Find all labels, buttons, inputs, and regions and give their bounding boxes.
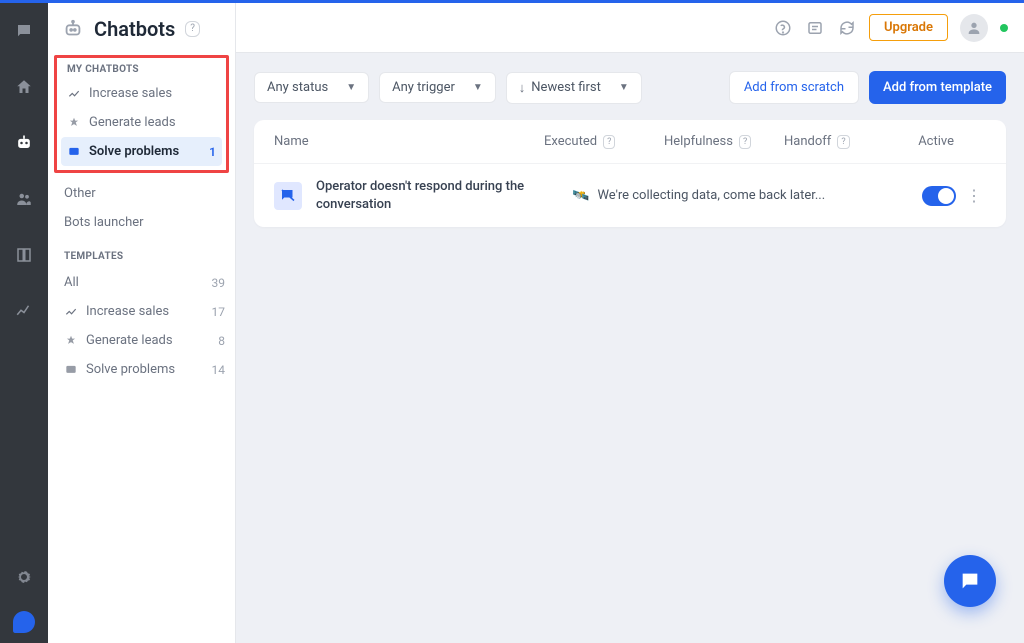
dropdown-label: Newest first	[531, 80, 601, 95]
sidebar-item-count: 1	[209, 145, 216, 159]
brand-logo-icon	[13, 611, 35, 633]
nav-chatbots-icon[interactable]	[8, 127, 40, 159]
online-status-dot	[1000, 24, 1008, 32]
col-helpfulness: Helpfulness	[664, 134, 733, 149]
nav-contacts-icon[interactable]	[8, 183, 40, 215]
satellite-icon: 🛰️	[572, 188, 589, 204]
bots-table: Name Executed ? Helpfulness ? Handoff ? …	[254, 120, 1006, 227]
row-menu-icon[interactable]: ⋮	[962, 186, 986, 205]
template-item-all[interactable]: All 39	[48, 268, 235, 297]
chevron-down-icon: ▼	[346, 82, 356, 93]
help-icon[interactable]	[773, 18, 793, 38]
navigation-rail	[0, 3, 48, 643]
template-item-increase-sales[interactable]: Increase sales 17	[48, 297, 235, 326]
collecting-text: We're collecting data, come back later..…	[597, 188, 825, 203]
sidebar-item-bots-launcher[interactable]: Bots launcher	[48, 208, 235, 237]
sidebar-item-label: Generate leads	[86, 333, 210, 348]
my-chatbots-section: MY CHATBOTS Increase sales Generate lead…	[54, 55, 229, 173]
dropdown-label: Any status	[267, 80, 328, 95]
sidebar-item-label: Increase sales	[86, 304, 204, 319]
filter-status-dropdown[interactable]: Any status ▼	[254, 72, 369, 103]
growth-icon	[67, 87, 81, 101]
col-name: Name	[274, 134, 544, 149]
sidebar-item-label: Generate leads	[89, 115, 216, 130]
section-my-chatbots: MY CHATBOTS	[57, 60, 226, 79]
sidebar: Chatbots ? MY CHATBOTS Increase sales Ge…	[48, 3, 236, 643]
sort-arrow-icon: ↓	[519, 80, 526, 96]
help-chip[interactable]: ?	[739, 135, 751, 149]
table-row[interactable]: Operator doesn't respond during the conv…	[254, 164, 1006, 227]
dropdown-label: Any trigger	[392, 80, 455, 95]
lead-icon	[64, 334, 78, 348]
nav-apps-icon[interactable]	[8, 239, 40, 271]
sidebar-item-count: 39	[212, 276, 226, 290]
sidebar-item-label: Solve problems	[86, 362, 204, 377]
bot-name: Operator doesn't respond during the conv…	[316, 178, 572, 213]
sidebar-item-label: Bots launcher	[64, 215, 225, 230]
refresh-icon[interactable]	[837, 18, 857, 38]
add-from-scratch-button[interactable]: Add from scratch	[729, 71, 859, 104]
col-executed: Executed	[544, 134, 597, 149]
avatar[interactable]	[960, 14, 988, 42]
growth-icon	[64, 305, 78, 319]
nav-chat-icon[interactable]	[8, 15, 40, 47]
solve-icon	[64, 363, 78, 377]
nav-analytics-icon[interactable]	[8, 295, 40, 327]
sidebar-item-label: All	[64, 275, 204, 290]
lead-icon	[67, 116, 81, 130]
news-icon[interactable]	[805, 18, 825, 38]
template-item-generate-leads[interactable]: Generate leads 8	[48, 326, 235, 355]
page-title: Chatbots	[94, 17, 175, 41]
sort-dropdown[interactable]: ↓ Newest first ▼	[506, 72, 642, 104]
sidebar-item-label: Increase sales	[89, 86, 216, 101]
col-handoff: Handoff	[784, 134, 831, 149]
sidebar-item-count: 17	[212, 305, 226, 319]
sidebar-item-increase-sales[interactable]: Increase sales	[57, 79, 226, 108]
solve-icon	[67, 145, 81, 159]
active-toggle[interactable]	[922, 186, 956, 206]
bot-icon	[274, 182, 302, 210]
main-content: Upgrade Any status ▼ Any trigger ▼ ↓ New…	[236, 3, 1024, 643]
col-active: Active	[894, 134, 954, 149]
help-chip[interactable]: ?	[185, 21, 200, 37]
toolbar: Any status ▼ Any trigger ▼ ↓ Newest firs…	[236, 53, 1024, 114]
sidebar-item-generate-leads[interactable]: Generate leads	[57, 108, 226, 137]
topbar: Upgrade	[236, 3, 1024, 53]
sidebar-item-label: Solve problems	[89, 144, 201, 159]
template-item-solve-problems[interactable]: Solve problems 14	[48, 355, 235, 384]
chat-fab[interactable]	[944, 555, 996, 607]
sidebar-item-label: Other	[64, 186, 225, 201]
sidebar-item-other[interactable]: Other	[48, 179, 235, 208]
help-chip[interactable]: ?	[837, 135, 849, 149]
help-chip[interactable]: ?	[603, 135, 615, 149]
sidebar-item-count: 8	[218, 334, 225, 348]
chevron-down-icon: ▼	[473, 82, 483, 93]
nav-settings-icon[interactable]	[8, 561, 40, 593]
sidebar-item-solve-problems[interactable]: Solve problems 1	[61, 137, 222, 166]
chatbot-icon	[62, 18, 84, 40]
section-templates: TEMPLATES	[48, 237, 235, 268]
chevron-down-icon: ▼	[619, 82, 629, 93]
table-header: Name Executed ? Helpfulness ? Handoff ? …	[254, 120, 1006, 164]
sidebar-item-count: 14	[212, 363, 226, 377]
add-from-template-button[interactable]: Add from template	[869, 71, 1006, 104]
upgrade-button[interactable]: Upgrade	[869, 14, 948, 41]
filter-trigger-dropdown[interactable]: Any trigger ▼	[379, 72, 496, 103]
nav-home-icon[interactable]	[8, 71, 40, 103]
